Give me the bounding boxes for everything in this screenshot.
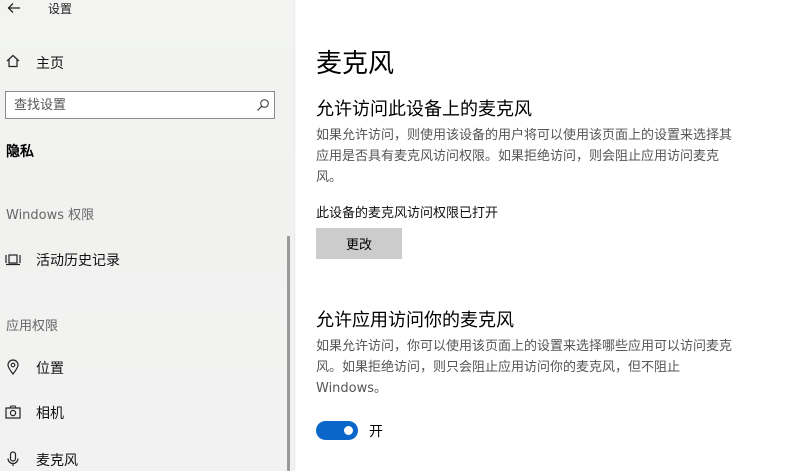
sidebar-item-label: 活动历史记录 [36, 253, 120, 269]
change-button[interactable]: 更改 [316, 228, 402, 259]
search-icon[interactable] [256, 98, 270, 112]
sidebar-item-label: 位置 [36, 361, 64, 377]
home-icon [6, 54, 20, 68]
search-box[interactable] [5, 91, 275, 119]
sidebar-item-activity-history[interactable]: 活动历史记录 [0, 242, 288, 276]
sidebar: 设置 主页 隐私 Windows 权限 活动历史记录 应用权限 位置 [0, 0, 294, 471]
title-bar: 设置 [0, 0, 294, 22]
app-access-toggle-row: 开 [316, 420, 436, 442]
sidebar-divider [294, 0, 296, 471]
sidebar-item-label: 相机 [36, 406, 64, 422]
group-header-app-permissions: 应用权限 [6, 319, 59, 334]
app-access-heading: 允许应用访问你的麦克风 [316, 310, 514, 331]
sidebar-item-home[interactable]: 主页 [0, 44, 294, 78]
section-title-privacy: 隐私 [6, 144, 34, 160]
activity-history-icon [5, 254, 21, 266]
sidebar-item-label: 麦克风 [36, 453, 78, 469]
sidebar-item-location[interactable]: 位置 [0, 350, 288, 384]
app-access-toggle[interactable] [316, 421, 358, 440]
sidebar-item-label: 主页 [36, 56, 64, 72]
back-arrow-icon[interactable] [6, 0, 22, 16]
sidebar-scrollbar[interactable] [287, 236, 290, 471]
toggle-knob [344, 426, 353, 435]
device-access-heading: 允许访问此设备上的麦克风 [316, 99, 532, 120]
group-header-windows-permissions: Windows 权限 [6, 208, 95, 223]
sidebar-item-microphone[interactable]: 麦克风 [0, 442, 288, 471]
device-access-description: 如果允许访问，则使用该设备的用户将可以使用该页面上的设置来选择其应用是否具有麦克… [316, 128, 733, 185]
location-icon [7, 359, 19, 375]
device-access-status: 此设备的麦克风访问权限已打开 [316, 206, 499, 221]
search-input[interactable] [6, 92, 246, 118]
page-title: 麦克风 [316, 49, 395, 79]
microphone-icon [7, 451, 19, 466]
camera-icon [5, 405, 21, 419]
main-content: 麦克风 允许访问此设备上的麦克风 如果允许访问，则使用该设备的用户将可以使用该页… [316, 0, 776, 471]
app-title: 设置 [48, 2, 73, 16]
toggle-state-label: 开 [369, 424, 383, 440]
sidebar-item-camera[interactable]: 相机 [0, 395, 288, 429]
app-access-description: 如果允许访问，你可以使用该页面上的设置来选择哪些应用可以访问麦克风。如果拒绝访问… [316, 339, 733, 396]
